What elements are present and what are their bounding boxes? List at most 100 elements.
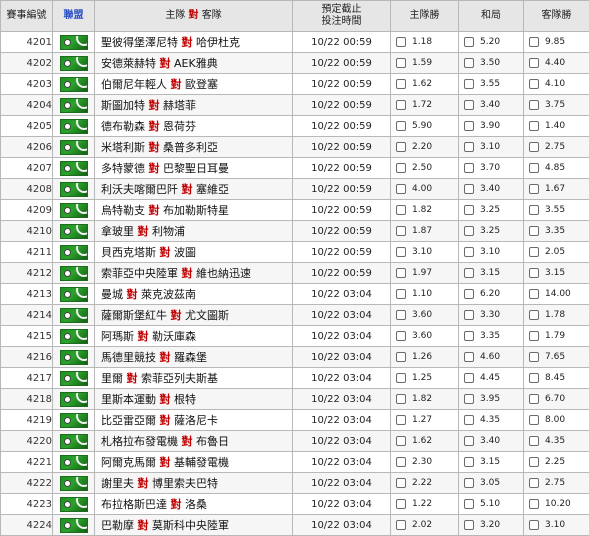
draw-checkbox[interactable]	[464, 331, 474, 341]
home-win-checkbox[interactable]	[396, 37, 406, 47]
home-win-checkbox[interactable]	[396, 499, 406, 509]
away-win-checkbox[interactable]	[529, 520, 539, 530]
home-win-checkbox[interactable]	[396, 394, 406, 404]
soccer-flag-icon[interactable]	[60, 77, 88, 92]
home-win-checkbox[interactable]	[396, 436, 406, 446]
away-team: 桑普多利亞	[163, 141, 218, 154]
away-win-checkbox[interactable]	[529, 268, 539, 278]
soccer-flag-icon[interactable]	[60, 371, 88, 386]
home-win-checkbox[interactable]	[396, 184, 406, 194]
home-win-checkbox[interactable]	[396, 247, 406, 257]
away-win-checkbox[interactable]	[529, 499, 539, 509]
home-win-checkbox[interactable]	[396, 142, 406, 152]
soccer-flag-icon[interactable]	[60, 56, 88, 71]
away-win-checkbox[interactable]	[529, 58, 539, 68]
soccer-flag-icon[interactable]	[60, 98, 88, 113]
soccer-flag-icon[interactable]	[60, 203, 88, 218]
home-win-checkbox[interactable]	[396, 121, 406, 131]
soccer-flag-icon[interactable]	[60, 245, 88, 260]
home-win-checkbox[interactable]	[396, 478, 406, 488]
draw-checkbox[interactable]	[464, 289, 474, 299]
home-win-checkbox[interactable]	[396, 163, 406, 173]
soccer-flag-icon[interactable]	[60, 161, 88, 176]
soccer-flag-icon[interactable]	[60, 413, 88, 428]
away-win-checkbox[interactable]	[529, 121, 539, 131]
away-win-checkbox[interactable]	[529, 79, 539, 89]
away-win-checkbox[interactable]	[529, 205, 539, 215]
home-win-checkbox[interactable]	[396, 100, 406, 110]
away-win-checkbox[interactable]	[529, 142, 539, 152]
home-win-checkbox[interactable]	[396, 373, 406, 383]
home-win-checkbox[interactable]	[396, 457, 406, 467]
draw-checkbox[interactable]	[464, 247, 474, 257]
draw-checkbox[interactable]	[464, 415, 474, 425]
draw-checkbox[interactable]	[464, 121, 474, 131]
away-win-cell: 3.75	[524, 95, 589, 116]
draw-checkbox[interactable]	[464, 352, 474, 362]
draw-checkbox[interactable]	[464, 520, 474, 530]
home-win-checkbox[interactable]	[396, 226, 406, 236]
away-win-checkbox[interactable]	[529, 37, 539, 47]
draw-checkbox[interactable]	[464, 226, 474, 236]
draw-checkbox[interactable]	[464, 58, 474, 68]
away-win-checkbox[interactable]	[529, 478, 539, 488]
soccer-flag-icon[interactable]	[60, 119, 88, 134]
draw-checkbox[interactable]	[464, 436, 474, 446]
soccer-flag-icon[interactable]	[60, 35, 88, 50]
soccer-flag-icon[interactable]	[60, 140, 88, 155]
home-win-checkbox[interactable]	[396, 289, 406, 299]
draw-checkbox[interactable]	[464, 37, 474, 47]
away-win-checkbox[interactable]	[529, 163, 539, 173]
soccer-flag-icon[interactable]	[60, 350, 88, 365]
draw-checkbox[interactable]	[464, 100, 474, 110]
draw-checkbox[interactable]	[464, 268, 474, 278]
away-win-checkbox[interactable]	[529, 100, 539, 110]
soccer-flag-icon[interactable]	[60, 224, 88, 239]
draw-checkbox[interactable]	[464, 499, 474, 509]
soccer-flag-icon[interactable]	[60, 266, 88, 281]
soccer-flag-icon[interactable]	[60, 455, 88, 470]
home-win-checkbox[interactable]	[396, 58, 406, 68]
soccer-flag-icon[interactable]	[60, 308, 88, 323]
draw-checkbox[interactable]	[464, 142, 474, 152]
soccer-flag-icon[interactable]	[60, 392, 88, 407]
draw-checkbox[interactable]	[464, 478, 474, 488]
soccer-flag-icon[interactable]	[60, 518, 88, 533]
away-win-checkbox[interactable]	[529, 352, 539, 362]
soccer-flag-icon[interactable]	[60, 329, 88, 344]
home-win-checkbox[interactable]	[396, 415, 406, 425]
soccer-flag-icon[interactable]	[60, 497, 88, 512]
away-win-checkbox[interactable]	[529, 184, 539, 194]
away-win-checkbox[interactable]	[529, 436, 539, 446]
away-win-checkbox[interactable]	[529, 226, 539, 236]
away-win-checkbox[interactable]	[529, 247, 539, 257]
soccer-flag-icon[interactable]	[60, 182, 88, 197]
draw-checkbox[interactable]	[464, 205, 474, 215]
draw-checkbox[interactable]	[464, 163, 474, 173]
away-win-checkbox[interactable]	[529, 289, 539, 299]
away-win-checkbox[interactable]	[529, 373, 539, 383]
away-win-checkbox[interactable]	[529, 331, 539, 341]
soccer-flag-icon[interactable]	[60, 476, 88, 491]
away-win-checkbox[interactable]	[529, 310, 539, 320]
home-win-checkbox[interactable]	[396, 205, 406, 215]
draw-checkbox[interactable]	[464, 394, 474, 404]
draw-checkbox[interactable]	[464, 310, 474, 320]
soccer-flag-icon[interactable]	[60, 434, 88, 449]
draw-checkbox[interactable]	[464, 373, 474, 383]
draw-checkbox[interactable]	[464, 457, 474, 467]
home-win-checkbox[interactable]	[396, 79, 406, 89]
header-league[interactable]: 聯盟	[53, 1, 95, 32]
draw-cell: 3.10	[459, 137, 524, 158]
home-win-checkbox[interactable]	[396, 310, 406, 320]
home-win-checkbox[interactable]	[396, 520, 406, 530]
home-win-checkbox[interactable]	[396, 352, 406, 362]
away-win-checkbox[interactable]	[529, 457, 539, 467]
home-win-checkbox[interactable]	[396, 268, 406, 278]
away-win-checkbox[interactable]	[529, 394, 539, 404]
draw-checkbox[interactable]	[464, 79, 474, 89]
away-win-checkbox[interactable]	[529, 415, 539, 425]
home-win-checkbox[interactable]	[396, 331, 406, 341]
draw-checkbox[interactable]	[464, 184, 474, 194]
soccer-flag-icon[interactable]	[60, 287, 88, 302]
